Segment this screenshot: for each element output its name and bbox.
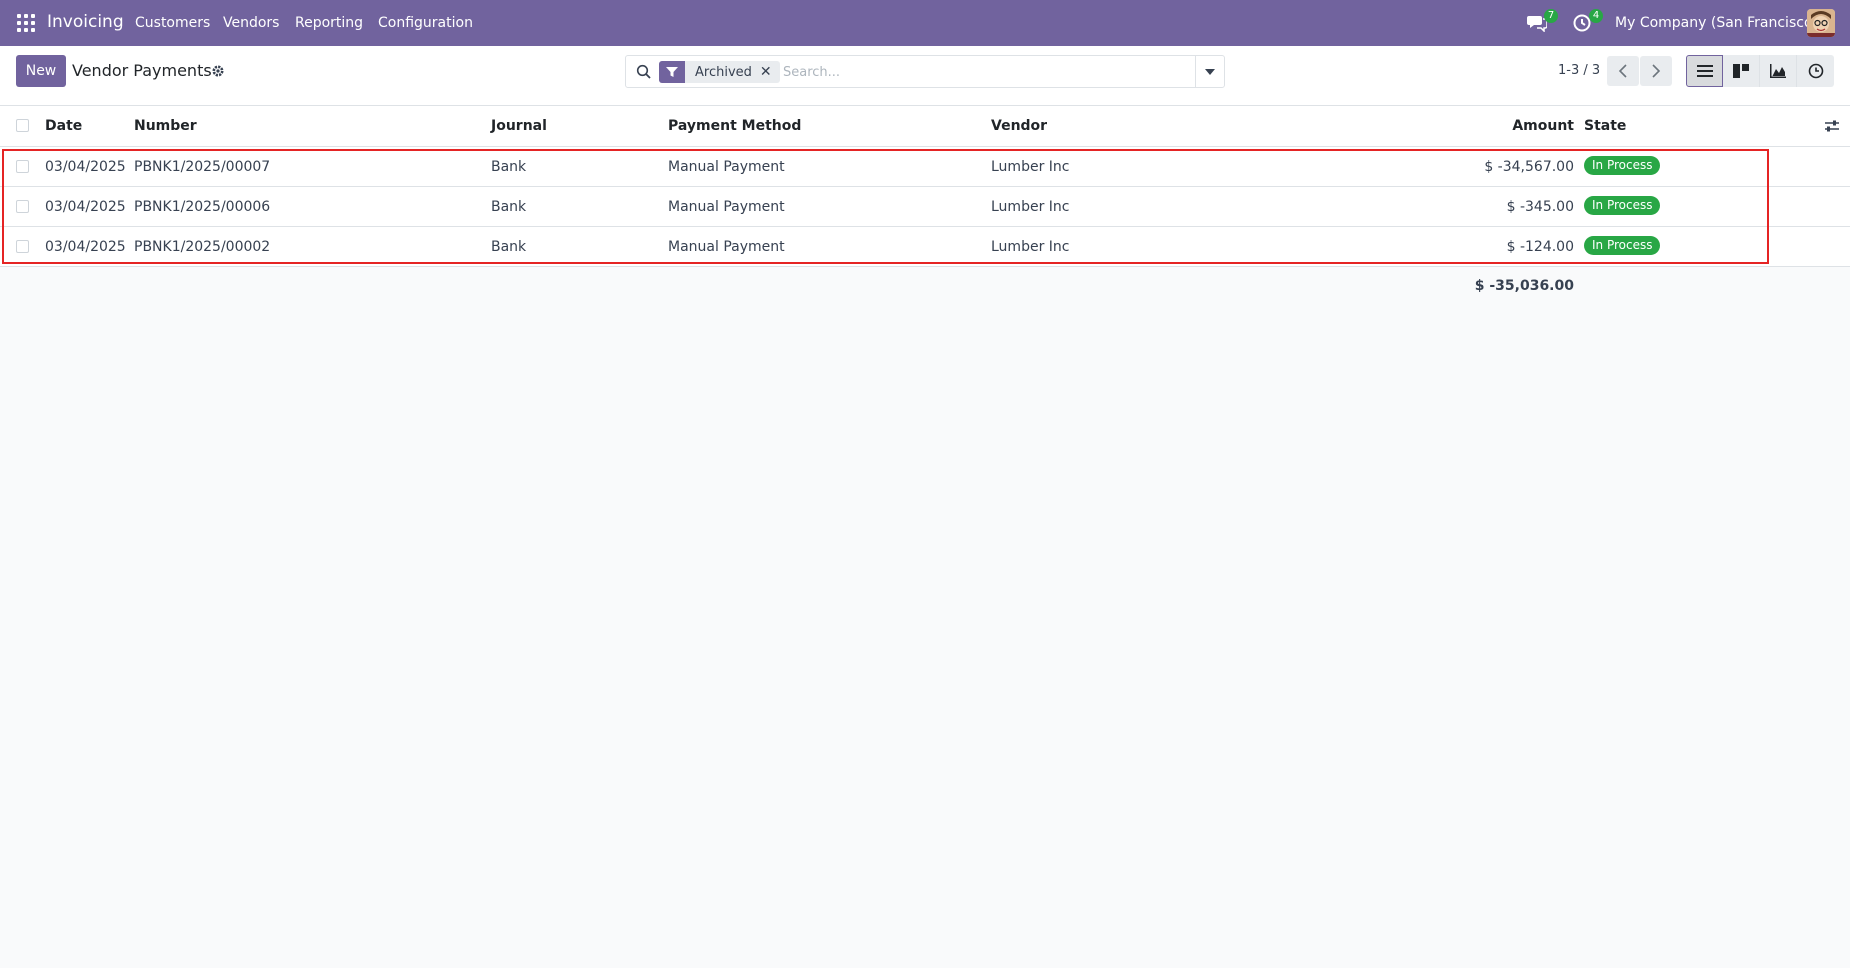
menu-customers[interactable]: Customers	[135, 15, 210, 31]
search-input[interactable]	[781, 62, 1161, 82]
filter-icon	[659, 61, 685, 83]
table-row[interactable]: 03/04/2025 PBNK1/2025/00006 Bank Manual …	[0, 187, 1850, 227]
row-payment-method: Manual Payment	[668, 239, 785, 255]
list-view-button[interactable]	[1686, 55, 1723, 87]
row-payment-method: Manual Payment	[668, 159, 785, 175]
row-amount: $ -34,567.00	[1484, 159, 1574, 175]
row-payment-method: Manual Payment	[668, 199, 785, 215]
table-row[interactable]: 03/04/2025 PBNK1/2025/00002 Bank Manual …	[0, 227, 1850, 267]
row-journal: Bank	[491, 159, 527, 175]
row-checkbox[interactable]	[16, 160, 29, 173]
view-switcher	[1686, 55, 1834, 87]
menu-vendors[interactable]: Vendors	[223, 15, 279, 31]
page-title: Vendor Payments	[72, 61, 212, 80]
caret-down-icon	[1205, 68, 1215, 75]
column-state[interactable]: State	[1584, 118, 1626, 134]
apps-grid-icon[interactable]	[17, 14, 35, 32]
kanban-icon	[1733, 64, 1749, 78]
archived-facet: Archived ✕	[659, 61, 780, 83]
search-icon	[636, 64, 652, 80]
row-number: PBNK1/2025/00007	[134, 159, 271, 175]
top-navbar: Invoicing Customers Vendors Reporting Co…	[0, 0, 1850, 46]
row-vendor: Lumber Inc	[991, 239, 1070, 255]
column-vendor[interactable]: Vendor	[991, 118, 1047, 134]
menu-configuration[interactable]: Configuration	[378, 15, 473, 31]
graph-view-button[interactable]	[1760, 55, 1797, 87]
activity-view-button[interactable]	[1797, 55, 1834, 87]
kanban-view-button[interactable]	[1723, 55, 1760, 87]
row-date: 03/04/2025	[45, 159, 126, 175]
activities-badge: 4	[1589, 9, 1603, 23]
company-switcher[interactable]: My Company (San Francisco)	[1615, 15, 1818, 31]
clock-icon	[1808, 63, 1823, 79]
row-vendor: Lumber Inc	[991, 199, 1070, 215]
area-chart-icon	[1770, 64, 1786, 78]
amount-total: $ -35,036.00	[1474, 278, 1574, 294]
status-badge: In Process	[1584, 156, 1661, 175]
row-number: PBNK1/2025/00002	[134, 239, 271, 255]
messages-badge: 7	[1544, 9, 1558, 23]
row-checkbox[interactable]	[16, 240, 29, 253]
row-vendor: Lumber Inc	[991, 159, 1070, 175]
row-amount: $ -124.00	[1506, 239, 1574, 255]
pager-previous-button[interactable]	[1607, 56, 1639, 86]
select-all-checkbox[interactable]	[16, 119, 29, 132]
column-journal[interactable]: Journal	[491, 118, 547, 134]
search-options-toggle[interactable]	[1195, 56, 1224, 87]
control-panel: New Vendor Payments Archived ✕ 1-3 / 3	[0, 46, 1850, 106]
user-avatar[interactable]	[1807, 9, 1835, 37]
column-amount[interactable]: Amount	[1424, 118, 1574, 134]
chevron-left-icon	[1618, 64, 1627, 78]
pager-next-button[interactable]	[1640, 56, 1672, 86]
row-date: 03/04/2025	[45, 199, 126, 215]
activities-clock-icon[interactable]: 4	[1572, 9, 1603, 34]
pager-value[interactable]: 1-3 / 3	[1558, 63, 1600, 78]
chevron-right-icon	[1652, 64, 1661, 78]
table-header: Date Number Journal Payment Method Vendo…	[0, 106, 1850, 147]
table-row[interactable]: 03/04/2025 PBNK1/2025/00007 Bank Manual …	[0, 147, 1850, 187]
row-date: 03/04/2025	[45, 239, 126, 255]
optional-columns-icon[interactable]	[1824, 118, 1840, 134]
row-number: PBNK1/2025/00006	[134, 199, 271, 215]
app-name[interactable]: Invoicing	[47, 12, 124, 32]
status-badge: In Process	[1584, 236, 1661, 255]
row-journal: Bank	[491, 199, 527, 215]
column-payment-method[interactable]: Payment Method	[668, 118, 801, 134]
status-badge: In Process	[1584, 196, 1661, 215]
messages-icon[interactable]: 7	[1527, 9, 1558, 34]
gear-icon[interactable]	[211, 64, 225, 78]
row-journal: Bank	[491, 239, 527, 255]
search-bar: Archived ✕	[625, 55, 1225, 88]
row-amount: $ -345.00	[1506, 199, 1574, 215]
facet-label: Archived	[695, 64, 752, 80]
column-date[interactable]: Date	[45, 118, 82, 134]
list-icon	[1696, 65, 1713, 77]
new-button[interactable]: New	[16, 55, 66, 87]
remove-facet-icon[interactable]: ✕	[760, 64, 780, 80]
row-checkbox[interactable]	[16, 200, 29, 213]
menu-reporting[interactable]: Reporting	[295, 15, 363, 31]
column-number[interactable]: Number	[134, 118, 197, 134]
